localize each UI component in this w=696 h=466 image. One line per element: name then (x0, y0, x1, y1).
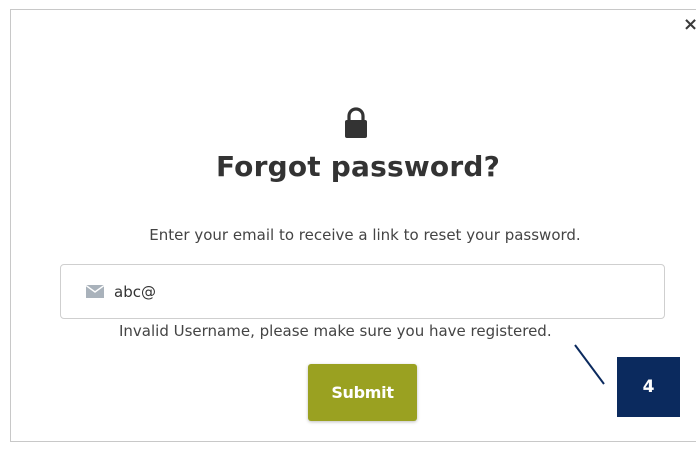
envelope-icon (86, 285, 104, 298)
callout-badge: 4 (617, 357, 680, 417)
page-title: Forgot password? (215, 150, 501, 183)
email-input[interactable] (114, 265, 634, 318)
close-button[interactable]: × (683, 16, 696, 34)
lock-icon (345, 107, 367, 138)
screenshot-stage: × Forgot password? Enter your email to r… (0, 0, 696, 466)
instructions-text: Enter your email to receive a link to re… (149, 226, 581, 244)
error-message: Invalid Username, please make sure you h… (119, 322, 552, 340)
submit-button[interactable]: Submit (308, 364, 417, 421)
email-field[interactable] (60, 264, 665, 319)
